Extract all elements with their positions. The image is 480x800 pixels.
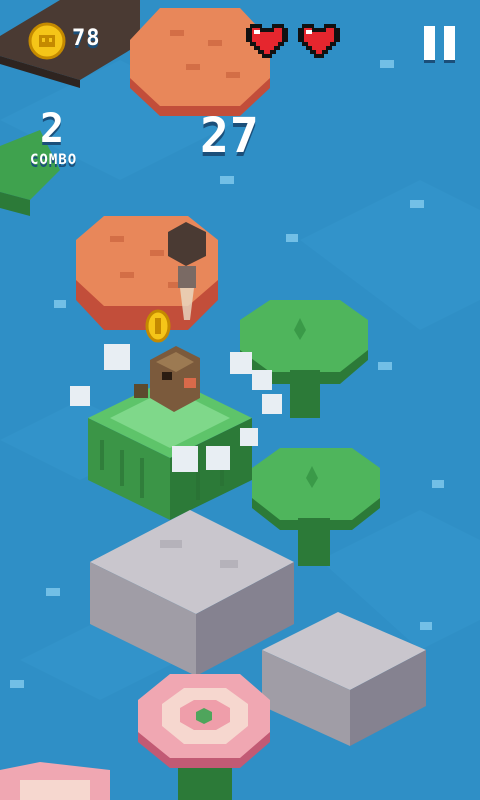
floating-coin [145, 309, 171, 343]
pause-button[interactable] [424, 26, 456, 60]
pause-icon[interactable] [444, 26, 455, 60]
score-display: 27 [200, 108, 260, 164]
game-screen[interactable]: 78 2 COMBO 27 [0, 0, 480, 800]
pause-icon[interactable] [424, 26, 435, 60]
coin-icon [28, 22, 66, 60]
lives-indicator [244, 20, 342, 60]
coin-count: 78 [72, 26, 101, 51]
combo-label: COMBO [30, 152, 78, 168]
combo-value: 2 [40, 106, 66, 152]
heart-icon [298, 24, 340, 58]
heart-icon [246, 24, 288, 58]
